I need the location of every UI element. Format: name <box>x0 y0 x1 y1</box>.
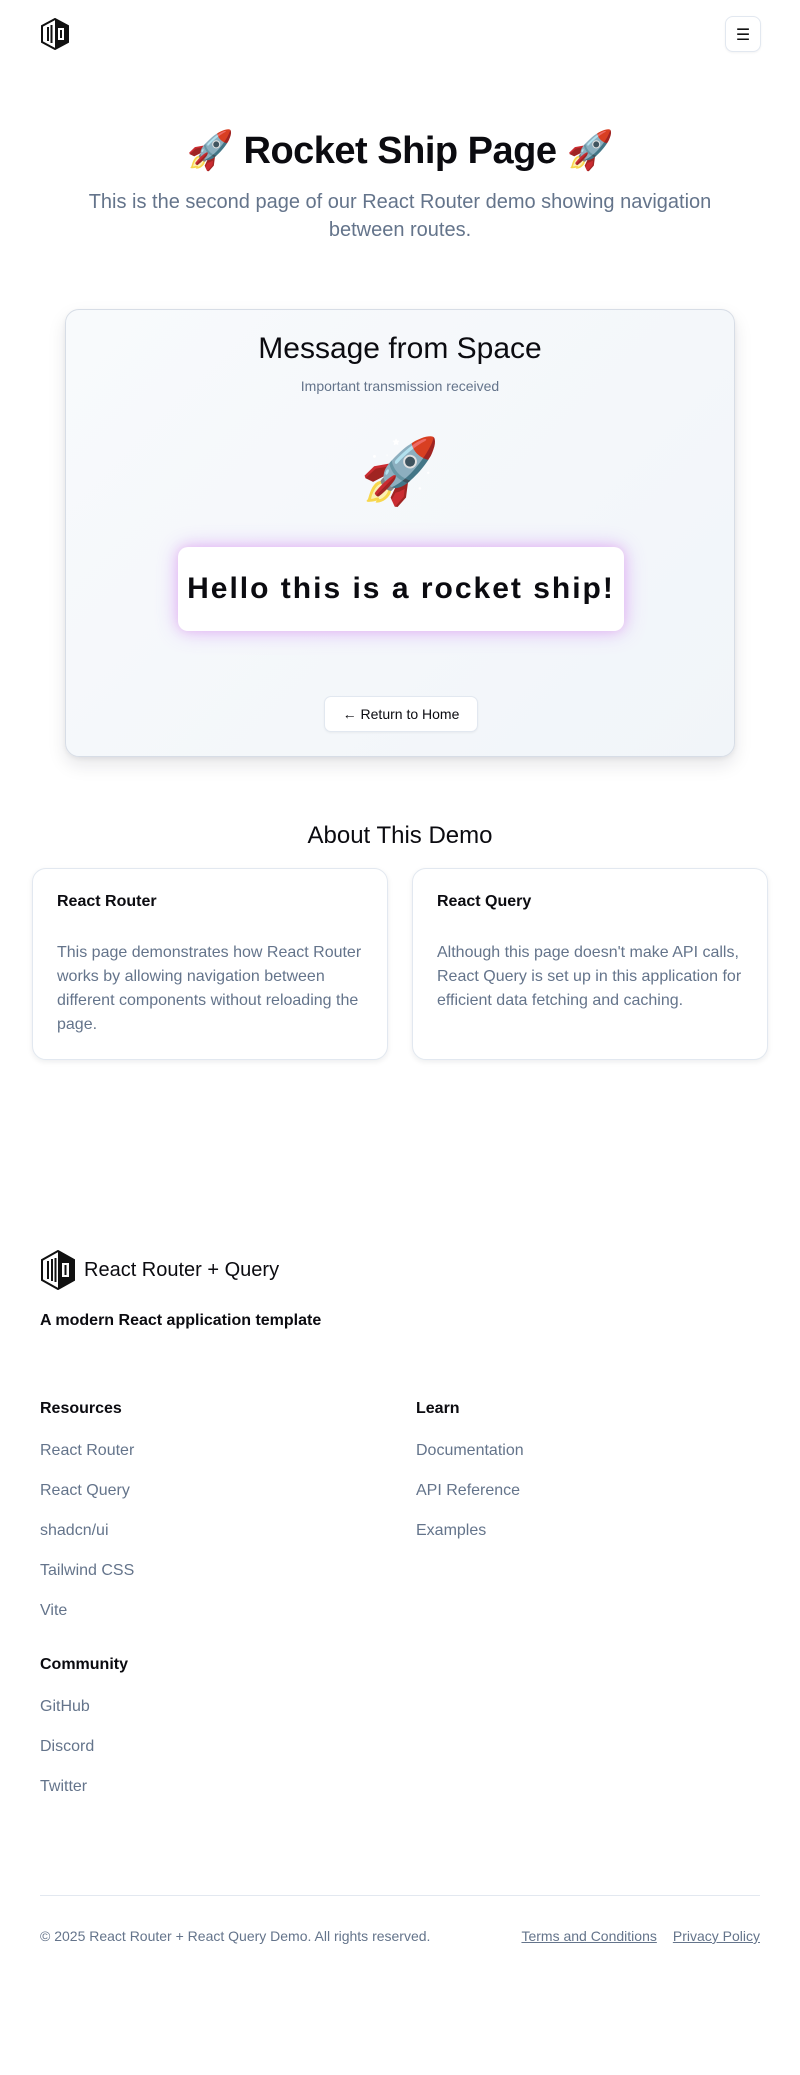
message-card: Message from Space Important transmissio… <box>65 309 735 757</box>
hamburger-menu-icon[interactable]: ☰ <box>725 16 761 52</box>
footer-link[interactable]: API Reference <box>416 1480 756 1520</box>
return-home-button[interactable]: ← Return to Home <box>324 696 478 732</box>
footer-brand-name: React Router + Query <box>84 1258 280 1281</box>
footer-link[interactable]: Documentation <box>416 1440 756 1480</box>
rocket-message: Hello this is a rocket ship! <box>178 547 624 631</box>
terms-link[interactable]: Terms and Conditions <box>521 1928 656 1944</box>
about-card-react-query: React Query Although this page doesn't m… <box>412 868 768 1060</box>
about-title: About This Demo <box>307 822 493 849</box>
hexagon-logo-icon <box>41 1250 75 1290</box>
footer-link[interactable]: Discord <box>40 1736 380 1776</box>
site-header: ☰ <box>0 0 800 68</box>
about-card-title: React Query <box>437 893 532 910</box>
copyright: © 2025 React Router + React Query Demo. … <box>40 1928 431 1944</box>
footer-link[interactable]: shadcn/ui <box>40 1520 380 1560</box>
privacy-link[interactable]: Privacy Policy <box>673 1928 760 1944</box>
page-subtitle: This is the second page of our React Rou… <box>88 191 712 241</box>
footer-link[interactable]: React Query <box>40 1480 380 1520</box>
legal-links: Terms and Conditions Privacy Policy <box>521 1928 760 1944</box>
footer-link[interactable]: React Router <box>40 1440 380 1480</box>
message-card-title: Message from Space <box>258 332 542 365</box>
rocket-icon: 🚀 <box>360 435 440 509</box>
footer-link[interactable]: GitHub <box>40 1696 380 1736</box>
footer-link[interactable]: Twitter <box>40 1776 380 1816</box>
about-card-title: React Router <box>57 893 157 910</box>
footer-divider <box>40 1895 760 1896</box>
footer-column-learn: Learn Documentation API Reference Exampl… <box>416 1400 756 1560</box>
page-title-text: Rocket Ship Page <box>243 130 557 172</box>
rocket-icon: 🚀 <box>566 128 614 172</box>
message-card-subtitle: Important transmission received <box>300 378 500 394</box>
footer-link[interactable]: Examples <box>416 1520 756 1560</box>
hexagon-logo-icon[interactable] <box>40 17 70 51</box>
about-card-body: Although this page doesn't make API call… <box>437 944 742 1009</box>
footer-link[interactable]: Vite <box>40 1600 380 1640</box>
footer-column-community: Community GitHub Discord Twitter <box>40 1656 380 1816</box>
rocket-icon: 🚀 <box>186 128 234 172</box>
footer-column-heading: Learn <box>416 1400 460 1417</box>
footer-column-resources: Resources React Router React Query shadc… <box>40 1400 380 1640</box>
footer-tagline: A modern React application template <box>40 1312 322 1329</box>
footer-column-heading: Community <box>40 1656 128 1673</box>
about-card-react-router: React Router This page demonstrates how … <box>32 868 388 1060</box>
footer-link[interactable]: Tailwind CSS <box>40 1560 380 1600</box>
about-card-body: This page demonstrates how React Router … <box>57 944 362 1033</box>
footer-brand[interactable]: React Router + Query <box>40 1250 279 1290</box>
page-title: 🚀 Rocket Ship Page 🚀 <box>0 128 800 173</box>
footer-column-heading: Resources <box>40 1400 122 1417</box>
